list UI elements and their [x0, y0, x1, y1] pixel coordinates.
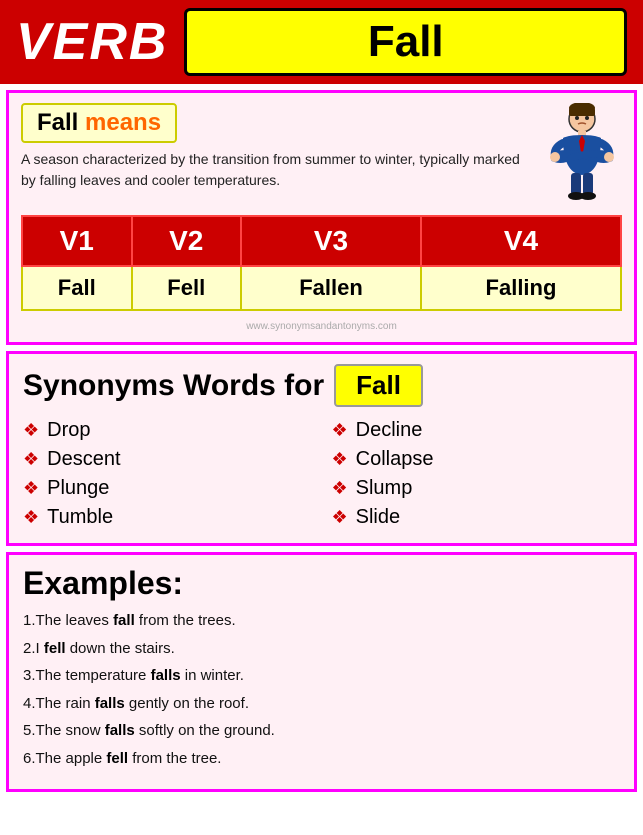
- v3-value: Fallen: [241, 266, 421, 310]
- example-bold: fall: [113, 612, 135, 629]
- v2-value: Fell: [132, 266, 242, 310]
- synonym-label: Collapse: [356, 448, 434, 471]
- meaning-section: Fall means A season characterized by the…: [6, 90, 637, 345]
- header: VERB Fall: [0, 0, 643, 84]
- synonym-slide: ❖ Slide: [332, 506, 621, 529]
- diamond-icon-1: ❖: [23, 420, 39, 441]
- synonym-label: Slump: [356, 477, 413, 500]
- synonym-decline: ❖ Decline: [332, 419, 621, 442]
- diamond-icon-2: ❖: [23, 449, 39, 470]
- example-post: down the stairs.: [66, 640, 175, 657]
- example-2: 2.I fell down the stairs.: [23, 638, 620, 661]
- diamond-icon-8: ❖: [332, 507, 348, 528]
- verb-forms-table: V1 V2 V3 V4 Fall Fell Fallen Falling: [21, 215, 622, 311]
- v1-header: V1: [22, 216, 132, 266]
- synonym-label: Decline: [356, 419, 423, 442]
- synonym-label: Drop: [47, 419, 90, 442]
- synonym-descent: ❖ Descent: [23, 448, 312, 471]
- example-5: 5.The snow falls softly on the ground.: [23, 720, 620, 743]
- verb-label: VERB: [16, 12, 168, 72]
- diamond-icon-4: ❖: [23, 507, 39, 528]
- examples-section: Examples: 1.The leaves fall from the tre…: [6, 552, 637, 792]
- example-post: from the tree.: [128, 750, 221, 767]
- synonym-tumble: ❖ Tumble: [23, 506, 312, 529]
- synonym-label: Descent: [47, 448, 120, 471]
- header-word: Fall: [184, 8, 627, 76]
- v4-header: V4: [421, 216, 621, 266]
- example-bold: falls: [151, 667, 181, 684]
- example-post: softly on the ground.: [135, 722, 275, 739]
- synonym-collapse: ❖ Collapse: [332, 448, 621, 471]
- example-3: 3.The temperature falls in winter.: [23, 665, 620, 688]
- synonym-label: Slide: [356, 506, 400, 529]
- diamond-icon-5: ❖: [332, 420, 348, 441]
- example-bold: falls: [95, 695, 125, 712]
- example-bold: falls: [105, 722, 135, 739]
- meaning-title-word: Fall: [37, 109, 78, 136]
- example-6: 6.The apple fell from the tree.: [23, 748, 620, 771]
- meaning-description: A season characterized by the transition…: [21, 149, 532, 191]
- avatar: [542, 103, 622, 203]
- synonym-plunge: ❖ Plunge: [23, 477, 312, 500]
- synonyms-section: Synonyms Words for Fall ❖ Drop ❖ Decline…: [6, 351, 637, 546]
- diamond-icon-3: ❖: [23, 478, 39, 499]
- v2-header: V2: [132, 216, 242, 266]
- v1-value: Fall: [22, 266, 132, 310]
- v4-value: Falling: [421, 266, 621, 310]
- example-bold: fell: [106, 750, 128, 767]
- example-pre: 1.The leaves: [23, 612, 113, 629]
- synonyms-word-box: Fall: [334, 364, 423, 407]
- synonym-slump: ❖ Slump: [332, 477, 621, 500]
- synonym-label: Tumble: [47, 506, 113, 529]
- example-post: gently on the roof.: [125, 695, 249, 712]
- synonyms-title-row: Synonyms Words for Fall: [23, 364, 620, 407]
- example-1: 1.The leaves fall from the trees.: [23, 610, 620, 633]
- meaning-title-suffix: means: [78, 109, 161, 136]
- example-pre: 5.The snow: [23, 722, 105, 739]
- example-post: from the trees.: [135, 612, 236, 629]
- person-illustration: [543, 103, 621, 203]
- examples-title: Examples:: [23, 565, 620, 602]
- watermark: www.synonymsandantonyms.com: [21, 321, 622, 332]
- diamond-icon-6: ❖: [332, 449, 348, 470]
- synonym-drop: ❖ Drop: [23, 419, 312, 442]
- example-pre: 3.The temperature: [23, 667, 151, 684]
- meaning-title-box: Fall means: [21, 103, 177, 143]
- synonyms-grid: ❖ Drop ❖ Decline ❖ Descent ❖ Collapse ❖ …: [23, 419, 620, 529]
- v3-header: V3: [241, 216, 421, 266]
- example-pre: 6.The apple: [23, 750, 106, 767]
- synonyms-title-text: Synonyms Words for: [23, 369, 324, 403]
- diamond-icon-7: ❖: [332, 478, 348, 499]
- example-bold: fell: [44, 640, 66, 657]
- synonym-label: Plunge: [47, 477, 109, 500]
- example-4: 4.The rain falls gently on the roof.: [23, 693, 620, 716]
- example-post: in winter.: [181, 667, 244, 684]
- example-pre: 2.I: [23, 640, 44, 657]
- example-pre: 4.The rain: [23, 695, 95, 712]
